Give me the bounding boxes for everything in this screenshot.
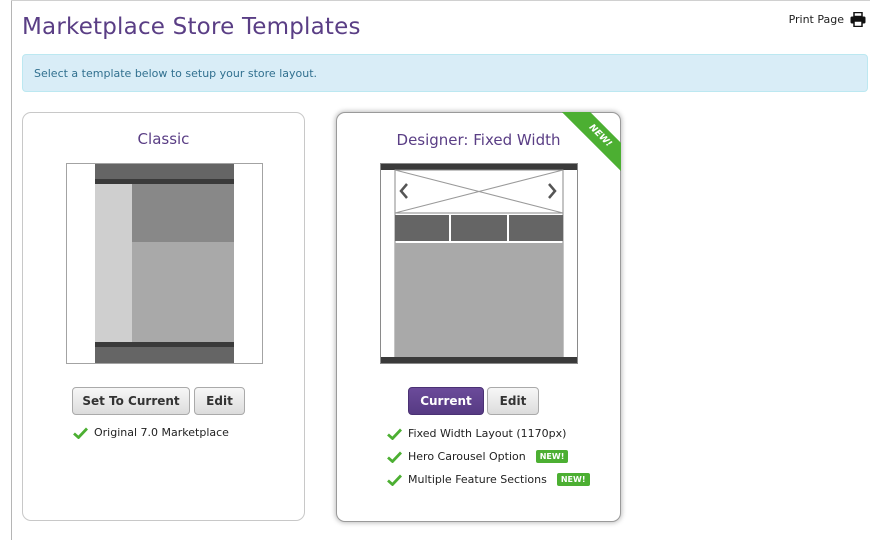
page-title: Marketplace Store Templates: [22, 14, 361, 40]
feature-label: Fixed Width Layout (1170px): [408, 427, 567, 440]
edit-button-classic[interactable]: Edit: [194, 387, 245, 415]
feature-label: Original 7.0 Marketplace: [94, 426, 229, 439]
printer-icon: [850, 12, 866, 27]
edit-button-designer[interactable]: Edit: [487, 387, 539, 415]
feature-label: Multiple Feature Sections: [408, 473, 547, 486]
page-top-border: [11, 0, 870, 1]
print-page-label: Print Page: [788, 13, 844, 26]
info-alert: Select a template below to setup your st…: [22, 54, 868, 92]
template-card-designer[interactable]: NEW! Designer: Fixed Width Current Edit …: [336, 112, 621, 522]
checkmark-icon: [387, 451, 402, 463]
page-left-border: [11, 0, 12, 540]
feature-item: Fixed Width Layout (1170px): [387, 427, 566, 440]
feature-item: Original 7.0 Marketplace: [73, 426, 229, 439]
checkmark-icon: [387, 474, 402, 486]
feature-label: Hero Carousel Option: [408, 450, 526, 463]
template-title: Designer: Fixed Width: [396, 131, 561, 149]
current-button[interactable]: Current: [408, 387, 484, 415]
print-page-link[interactable]: Print Page: [789, 12, 866, 27]
template-card-classic[interactable]: Classic Set To Current Edit Original 7.0…: [22, 112, 305, 521]
feature-item: Hero Carousel Option NEW!: [387, 450, 569, 463]
new-badge: NEW!: [535, 450, 569, 463]
template-preview-classic: [66, 163, 263, 364]
template-preview-designer: [380, 163, 578, 364]
info-alert-text: Select a template below to setup your st…: [34, 66, 318, 80]
feature-item: Multiple Feature Sections NEW!: [387, 473, 590, 486]
designer-layout-diagram: [381, 164, 577, 363]
set-to-current-button[interactable]: Set To Current: [72, 387, 190, 415]
checkmark-icon: [73, 427, 88, 439]
checkmark-icon: [387, 428, 402, 440]
classic-layout-diagram: [95, 164, 234, 363]
template-title: Classic: [137, 130, 190, 148]
new-badge: NEW!: [556, 473, 590, 486]
